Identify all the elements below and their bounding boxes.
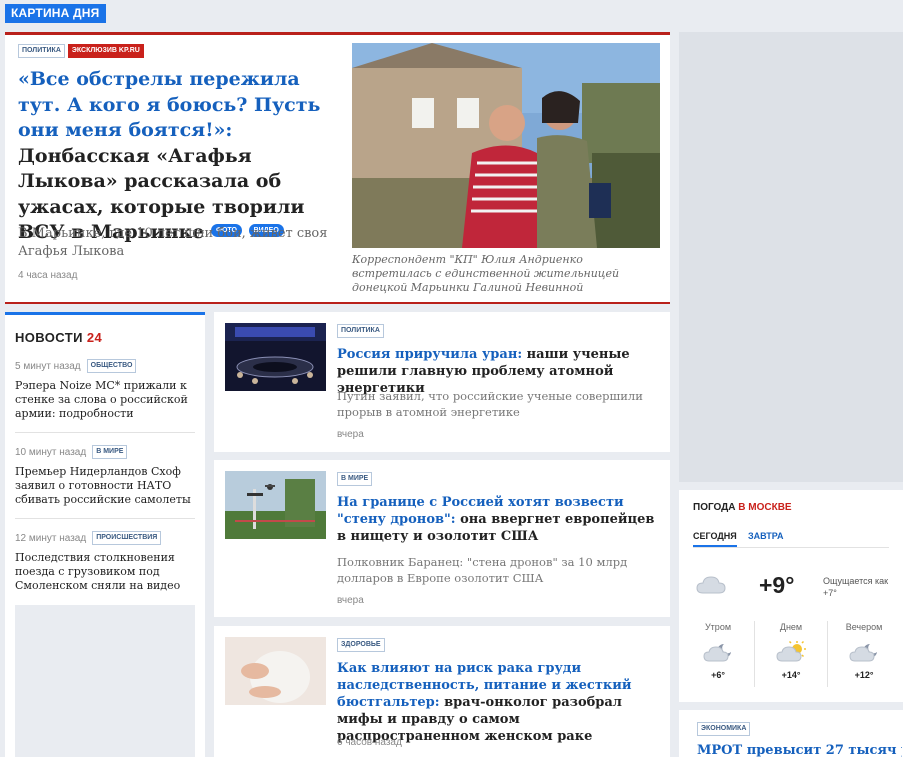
article-card[interactable]: ЗДОРОВЬЕ Как влияют на риск рака груди н… [214,626,670,757]
divider [754,621,755,687]
divider [15,432,195,433]
card-headline[interactable]: Как влияют на риск рака груди наследстве… [337,660,657,745]
card-headline[interactable]: На границе с Россией хотят возвести "сте… [337,494,657,545]
ad-placeholder [15,605,195,757]
forecast-temp: +12° [854,670,874,680]
card-lead: Полковник Баранец: "стена дронов" за 10 … [337,555,628,585]
card-time: вчера [337,429,364,440]
cloud-moon-icon [702,640,734,664]
news-time: 5 минут назад [15,360,81,372]
forecast-label: Утром [704,622,732,632]
article-thumbnail[interactable] [225,471,326,539]
card-headline-lead: Россия приручила уран: [337,347,523,362]
hero-timestamp: 4 часа назад [18,270,78,281]
news-time: 12 минут назад [15,532,87,544]
news-tag[interactable]: В МИРЕ [92,445,128,459]
feels-like: Ощущается как +7° [823,576,889,598]
article-thumbnail[interactable] [225,323,326,391]
cloud-sun-icon [775,640,807,664]
economy-headline[interactable]: МРОТ превысит 27 тысяч ру- [697,743,902,757]
weather-city: В МОСКВЕ [738,502,792,513]
news24-title[interactable]: НОВОСТИ 24 [15,330,102,345]
forecast-day: Днем +14° [759,622,823,680]
card-tag[interactable]: ПОЛИТИКА [337,324,384,338]
list-item[interactable]: 12 минут назад ПРОИСШЕСТВИЯ Последствия с… [15,531,195,593]
news-time: 10 минут назад [15,446,87,458]
news-headline[interactable]: Премьер Нидерландов Схоф заявил о готовн… [15,465,195,507]
forecast-label: Днем [779,622,803,632]
card-tag[interactable]: ЗДОРОВЬЕ [337,638,385,652]
weather-title-text: ПОГОДА [693,502,736,513]
news24-title-text: НОВОСТИ [15,330,83,345]
tab-today[interactable]: СЕГОДНЯ [693,531,737,547]
news-headline[interactable]: Рэпера Noize MC* прижали к стенке за сло… [15,379,195,421]
forecast-evening: Вечером +12° [832,622,896,680]
section-label-day[interactable]: КАРТИНА ДНЯ [5,4,106,23]
divider [15,518,195,519]
ad-placeholder [679,32,903,482]
forecast-morning: Утром +6° [686,622,750,680]
weather-widget: ПОГОДА В МОСКВЕ СЕГОДНЯ ЗАВТРА +9° Ощуща… [679,490,903,702]
tag-exclusive[interactable]: ЭКСКЛЮЗИВ KP.RU [67,44,144,58]
tag-politics[interactable]: ПОЛИТИКА [18,44,65,58]
divider [693,547,889,548]
card-tag[interactable]: ЭКОНОМИКА [697,722,751,736]
forecast-temp: +6° [711,670,725,680]
tab-tomorrow[interactable]: ЗАВТРА [748,531,784,541]
card-time: 6 часов назад [337,737,402,748]
news-tag[interactable]: ОБЩЕСТВО [86,359,137,373]
hero-headline-quote[interactable]: «Все обстрелы пережила тут. А кого я бою… [18,68,320,141]
list-item[interactable]: 10 минут назад В МИРЕ Премьер Нидерландов… [15,445,195,507]
hero-photo[interactable] [352,43,660,248]
news24-count: 24 [86,330,103,345]
news-headline[interactable]: Последствия столкновения поезда с грузов… [15,551,195,593]
hero-article[interactable]: ПОЛИТИКА ЭКСКЛЮЗИВ KP.RU «Все обстрелы п… [5,32,670,304]
hero-photo-caption: Корреспондент "КП" Юлия Андриенко встрет… [352,253,620,294]
weather-title[interactable]: ПОГОДА В МОСКВЕ [693,502,792,513]
news24-panel: НОВОСТИ 24 5 минут назад ОБЩЕСТВО Рэпера … [5,312,205,757]
forecast-temp: +14° [781,670,801,680]
cloud-icon [695,573,727,601]
list-item[interactable]: 5 минут назад ОБЩЕСТВО Рэпера Noize MC* п… [15,359,195,421]
economy-teaser[interactable]: ЭКОНОМИКА МРОТ превысит 27 тысяч ру- [679,710,903,757]
news-tag[interactable]: ПРОИСШЕСТВИЯ [92,531,162,545]
forecast-label: Вечером [845,622,883,632]
hero-headline[interactable]: «Все обстрелы пережила тут. А кого я бою… [18,67,338,246]
divider [827,621,828,687]
cloud-moon-icon [848,640,880,664]
card-lead: Путин заявил, что российские ученые сове… [337,389,643,419]
article-card[interactable]: В МИРЕ На границе с Россией хотят возвес… [214,460,670,617]
card-tag[interactable]: В МИРЕ [337,472,373,486]
hero-tags: ПОЛИТИКА ЭКСКЛЮЗИВ KP.RU [18,44,144,58]
card-time: вчера [337,595,364,606]
article-thumbnail[interactable] [225,637,326,705]
current-temperature: +9° [759,572,795,598]
article-card[interactable]: ПОЛИТИКА Россия приручила уран: наши уче… [214,312,670,452]
hero-lead: В Марьинке, где 10 лет шли бои, живет св… [18,226,328,259]
